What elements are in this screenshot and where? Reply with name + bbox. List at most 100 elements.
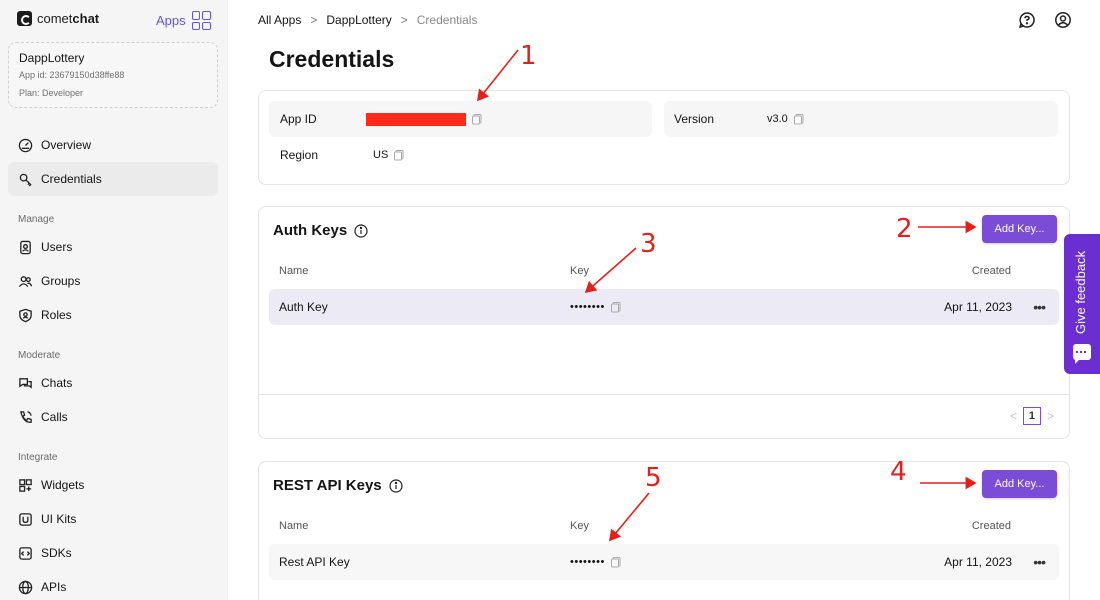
- key-name: Rest API Key: [279, 555, 350, 569]
- sidebar-item-label: Calls: [41, 410, 68, 424]
- brand-name: cometchat: [37, 11, 100, 26]
- rest-keys-title: REST API Keys: [273, 477, 382, 494]
- pagination-bar: < 1 >: [259, 394, 1069, 439]
- sidebar-item-chats[interactable]: Chats: [8, 366, 218, 400]
- version-field: Version v3.0: [664, 101, 1058, 137]
- user-badge-icon: [18, 240, 33, 255]
- auth-keys-title: Auth Keys: [273, 222, 348, 239]
- info-icon[interactable]: [354, 223, 368, 238]
- sidebar: cometchat Apps DappLottery App id: 23679…: [0, 0, 228, 600]
- sidebar-item-credentials[interactable]: Credentials: [8, 162, 218, 196]
- breadcrumb-app[interactable]: DappLottery: [326, 13, 391, 27]
- sidebar-item-label: Groups: [41, 274, 81, 288]
- column-header-key: Key: [570, 520, 589, 532]
- copy-icon[interactable]: [471, 113, 483, 125]
- sidebar-item-roles[interactable]: Roles: [8, 298, 218, 332]
- breadcrumb-current: Credentials: [416, 13, 478, 27]
- add-auth-key-button[interactable]: Add Key...: [982, 215, 1057, 243]
- table-row[interactable]: Rest API Key •••••••• Apr 11, 2023 •••: [269, 544, 1059, 580]
- sidebar-item-label: UI Kits: [41, 512, 77, 526]
- auth-keys-card: Auth Keys Add Key... Name Key Created Au…: [258, 206, 1070, 439]
- app-switcher-card[interactable]: DappLottery App id: 23679150d38ffe88 Pla…: [8, 42, 218, 108]
- column-header-created: Created: [971, 520, 1011, 532]
- ui-kit-icon: [18, 512, 33, 527]
- sidebar-item-overview[interactable]: Overview: [8, 128, 218, 162]
- key-name: Auth Key: [279, 300, 328, 314]
- version-label: Version: [674, 112, 715, 126]
- more-options-icon[interactable]: •••: [1033, 299, 1046, 315]
- shield-user-icon: [18, 308, 33, 323]
- sidebar-item-label: Users: [41, 240, 73, 254]
- copy-icon[interactable]: [793, 113, 805, 125]
- brand-logo[interactable]: cometchat: [17, 11, 99, 26]
- sidebar-item-label: Widgets: [41, 478, 85, 492]
- top-toolbar: [1018, 11, 1072, 34]
- info-icon[interactable]: [389, 478, 403, 493]
- pagination: < 1 >: [1010, 407, 1054, 425]
- sidebar-item-users[interactable]: Users: [8, 230, 218, 264]
- apps-link[interactable]: Apps: [156, 11, 211, 30]
- dashboard-gauge-icon: [18, 138, 33, 153]
- page-title: Credentials: [269, 46, 395, 72]
- widgets-icon: [18, 478, 33, 493]
- sidebar-item-label: Credentials: [41, 172, 102, 186]
- page-number-button[interactable]: 1: [1022, 407, 1041, 425]
- table-row[interactable]: Auth Key •••••••• Apr 11, 2023 •••: [269, 289, 1059, 325]
- region-label: Region: [280, 148, 319, 162]
- region-value: US: [373, 149, 405, 161]
- key-icon: [18, 172, 33, 187]
- sidebar-item-sdks[interactable]: SDKs: [8, 536, 218, 570]
- credentials-card: App ID Version v3.0 Region US: [258, 90, 1070, 185]
- sidebar-nav: Overview Credentials Manage Users Groups…: [0, 128, 228, 600]
- column-header-name: Name: [279, 265, 309, 277]
- sidebar-item-apis[interactable]: APIs: [8, 570, 218, 600]
- next-page-icon[interactable]: >: [1047, 409, 1054, 423]
- masked-key: ••••••••: [570, 556, 605, 568]
- sidebar-item-calls[interactable]: Calls: [8, 400, 218, 434]
- sidebar-item-label: Chats: [41, 376, 73, 390]
- column-header-name: Name: [279, 520, 309, 532]
- copy-icon[interactable]: [610, 301, 622, 313]
- add-rest-key-button[interactable]: Add Key...: [982, 470, 1057, 498]
- column-header-created: Created: [971, 265, 1011, 277]
- app-id-value: [366, 112, 483, 126]
- users-group-icon: [18, 274, 33, 289]
- created-date: Apr 11, 2023: [944, 555, 1012, 569]
- version-value: v3.0: [767, 113, 805, 125]
- sidebar-item-label: Overview: [41, 138, 92, 152]
- user-account-icon[interactable]: [1054, 11, 1072, 34]
- masked-key: ••••••••: [570, 301, 605, 313]
- globe-icon: [18, 580, 33, 595]
- help-chat-icon[interactable]: [1018, 11, 1036, 34]
- plan-text: Plan: Developer: [19, 88, 84, 98]
- sidebar-item-label: SDKs: [41, 546, 72, 560]
- auth-keys-heading: Auth Keys: [273, 222, 368, 239]
- sidebar-item-groups[interactable]: Groups: [8, 264, 218, 298]
- copy-icon[interactable]: [610, 556, 622, 568]
- sidebar-item-widgets[interactable]: Widgets: [8, 468, 218, 502]
- give-feedback-tab[interactable]: Give feedback: [1064, 234, 1100, 374]
- cometchat-logo-icon: [17, 11, 32, 26]
- apps-link-label: Apps: [156, 13, 186, 28]
- key-value: ••••••••: [570, 556, 622, 568]
- rest-api-keys-card: REST API Keys Add Key... Name Key Create…: [258, 461, 1070, 600]
- created-date: Apr 11, 2023: [944, 300, 1012, 314]
- breadcrumb: All Apps > DappLottery > Credentials: [258, 13, 477, 27]
- column-header-key: Key: [570, 265, 589, 277]
- breadcrumb-all-apps[interactable]: All Apps: [258, 13, 301, 27]
- rest-keys-heading: REST API Keys: [273, 477, 403, 494]
- app-id-field: App ID: [269, 101, 652, 137]
- key-value: ••••••••: [570, 301, 622, 313]
- app-id-text: App id: 23679150d38ffe88: [19, 70, 125, 80]
- sidebar-item-ui-kits[interactable]: UI Kits: [8, 502, 218, 536]
- sdk-cube-icon: [18, 546, 33, 561]
- breadcrumb-separator: >: [310, 13, 318, 27]
- nav-section-integrate: Integrate: [18, 452, 58, 463]
- copy-icon[interactable]: [393, 149, 405, 161]
- sidebar-item-label: APIs: [41, 580, 67, 594]
- prev-page-icon[interactable]: <: [1010, 409, 1017, 423]
- more-options-icon[interactable]: •••: [1033, 554, 1046, 570]
- sidebar-item-label: Roles: [41, 308, 72, 322]
- chat-bubbles-icon: [18, 376, 33, 391]
- region-text: US: [373, 149, 389, 161]
